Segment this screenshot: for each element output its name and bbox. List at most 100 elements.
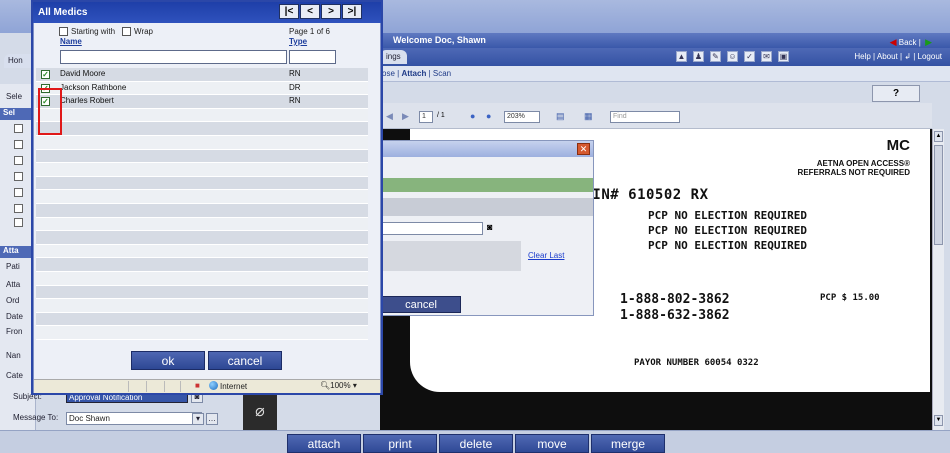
zoom-indicator[interactable]: 🔍︎100% ▾ xyxy=(320,381,357,390)
binoculars-icon[interactable]: ◙ xyxy=(487,222,492,232)
table-row[interactable]: ✓ David Moore RN xyxy=(36,68,368,82)
attach-link[interactable]: Attach xyxy=(401,69,426,78)
message-to-label: Message To: xyxy=(13,413,59,422)
zoom-select[interactable]: 203% xyxy=(504,111,540,123)
attach-button[interactable]: attach xyxy=(287,434,361,453)
cancel-button[interactable]: cancel xyxy=(208,351,282,370)
pcp-copay: PCP $ 15.00 xyxy=(820,293,880,303)
merge-button[interactable]: merge xyxy=(591,434,665,453)
left-checkbox[interactable] xyxy=(14,124,23,133)
prev-page-button[interactable]: < xyxy=(300,4,320,19)
document-scrollbar[interactable]: ▲ ▼ xyxy=(932,129,944,430)
field-label: Fron xyxy=(6,327,23,336)
left-checkbox[interactable] xyxy=(14,140,23,149)
table-row[interactable]: ✓ Jackson Rathbone DR xyxy=(36,81,368,96)
tab-settings[interactable]: ings xyxy=(380,50,407,64)
pcp-line: PCP NO ELECTION REQUIRED xyxy=(648,239,807,252)
menu-bar: ings ▲ ♟ ✎ ☺ ✓ ✉ ▣ Help | About | ↲ | Lo… xyxy=(380,48,950,66)
welcome-text: Welcome Doc, Shawn xyxy=(393,35,486,45)
more-icon[interactable]: … xyxy=(206,413,218,425)
popup-body: Starting with Wrap Page 1 of 6 Name Type… xyxy=(34,23,380,379)
status-divider xyxy=(164,381,165,392)
starting-with-label: Starting with xyxy=(71,27,116,36)
medic-name: Charles Robert xyxy=(60,96,114,106)
help-button[interactable]: ? xyxy=(872,85,920,102)
table-row xyxy=(36,203,368,218)
prev-page-icon[interactable]: ◀ xyxy=(386,111,393,122)
print-button[interactable]: print xyxy=(363,434,437,453)
table-row xyxy=(36,122,368,136)
scan-link[interactable]: | Scan xyxy=(429,69,452,78)
table-row xyxy=(36,149,368,164)
close-icon[interactable]: ✕ xyxy=(577,143,590,155)
pcp-line: PCP NO ELECTION REQUIRED xyxy=(648,224,807,237)
select-label: Sele xyxy=(6,92,23,101)
ok-button[interactable]: ok xyxy=(131,351,205,370)
left-checkbox[interactable] xyxy=(14,172,23,181)
name-filter-input[interactable] xyxy=(60,50,287,64)
type-filter-input[interactable] xyxy=(289,50,336,64)
move-button[interactable]: move xyxy=(515,434,589,453)
first-page-button[interactable]: |< xyxy=(279,4,299,19)
starting-with-checkbox[interactable] xyxy=(59,27,68,36)
page-input[interactable]: 1 xyxy=(419,111,433,123)
table-row xyxy=(36,190,368,204)
row-checkbox[interactable]: ✓ xyxy=(41,70,50,79)
column-header-name[interactable]: Name xyxy=(60,37,82,46)
pager: |< < > >| xyxy=(279,4,362,19)
column-header-type[interactable]: Type xyxy=(289,37,307,46)
left-checkbox[interactable] xyxy=(14,218,23,227)
selection-highlight xyxy=(38,88,62,135)
browser-status-bar: ■ Internet 🔍︎100% ▾ xyxy=(34,379,380,393)
clear-last-link[interactable]: Clear Last xyxy=(528,251,564,260)
scroll-thumb[interactable] xyxy=(934,145,943,245)
print-icon[interactable]: ▦ xyxy=(584,111,593,122)
dialog-search-input[interactable] xyxy=(381,222,483,235)
mail-icon[interactable]: ✉ xyxy=(761,51,772,62)
message-to-select[interactable]: Doc Shawn xyxy=(66,412,202,425)
popup-footer: ok cancel xyxy=(131,351,282,370)
table-row xyxy=(36,312,368,327)
action-subbar: ose | Attach | Scan xyxy=(380,66,950,82)
users-icon[interactable]: ♟ xyxy=(693,51,704,62)
next-page-icon[interactable]: ▶ xyxy=(402,111,409,122)
save-icon[interactable]: ▤ xyxy=(556,111,565,122)
scan-icon[interactable]: ▣ xyxy=(778,51,789,62)
alert-icon[interactable]: ▲ xyxy=(676,51,687,62)
find-input[interactable]: Find xyxy=(610,111,680,123)
medics-list: ✓ David Moore RN ✓ Jackson Rathbone DR ✓… xyxy=(36,68,368,340)
left-checkbox[interactable] xyxy=(14,188,23,197)
plan-name: AETNA OPEN ACCESS® REFERRALS NOT REQUIRE… xyxy=(797,159,910,177)
scroll-up-icon[interactable]: ▲ xyxy=(934,131,943,142)
chevron-down-icon[interactable]: ▾ xyxy=(192,413,204,425)
zoom-out-icon[interactable]: ● xyxy=(470,111,475,121)
page-total: / 1 xyxy=(437,112,445,119)
compose-link[interactable]: ose | xyxy=(382,69,399,78)
dialog-cancel-button[interactable]: cancel xyxy=(381,296,461,313)
plan-code: MC xyxy=(886,137,910,154)
table-row xyxy=(36,108,368,123)
phone-number: 1-888-632-3862 xyxy=(620,308,730,323)
medic-type: RN xyxy=(289,96,301,106)
zoom-in-icon[interactable]: ● xyxy=(486,111,491,121)
field-label: Pati xyxy=(6,262,20,271)
left-checkbox[interactable] xyxy=(14,156,23,165)
table-row xyxy=(36,299,368,313)
left-checkbox[interactable] xyxy=(14,204,23,213)
paperclip-icon[interactable]: ⌀ xyxy=(243,393,277,430)
next-page-button[interactable]: > xyxy=(321,4,341,19)
chat-icon[interactable]: ✎ xyxy=(710,51,721,62)
person-icon[interactable]: ☺ xyxy=(727,51,738,62)
check-doc-icon[interactable]: ✓ xyxy=(744,51,755,62)
last-page-button[interactable]: >| xyxy=(342,4,362,19)
status-divider xyxy=(128,381,129,392)
scroll-down-icon[interactable]: ▼ xyxy=(934,415,943,426)
forward-arrow-icon[interactable]: ▶ xyxy=(925,37,932,47)
medic-name: David Moore xyxy=(60,69,106,78)
top-links[interactable]: Help | About | ↲ | Logout xyxy=(854,48,942,66)
delete-button[interactable]: delete xyxy=(439,434,513,453)
wrap-checkbox[interactable] xyxy=(122,27,132,36)
toolbar-icons: ▲ ♟ ✎ ☺ ✓ ✉ ▣ xyxy=(676,51,789,62)
table-row[interactable]: ✓ Charles Robert RN xyxy=(36,95,368,109)
status-divider xyxy=(146,381,147,392)
